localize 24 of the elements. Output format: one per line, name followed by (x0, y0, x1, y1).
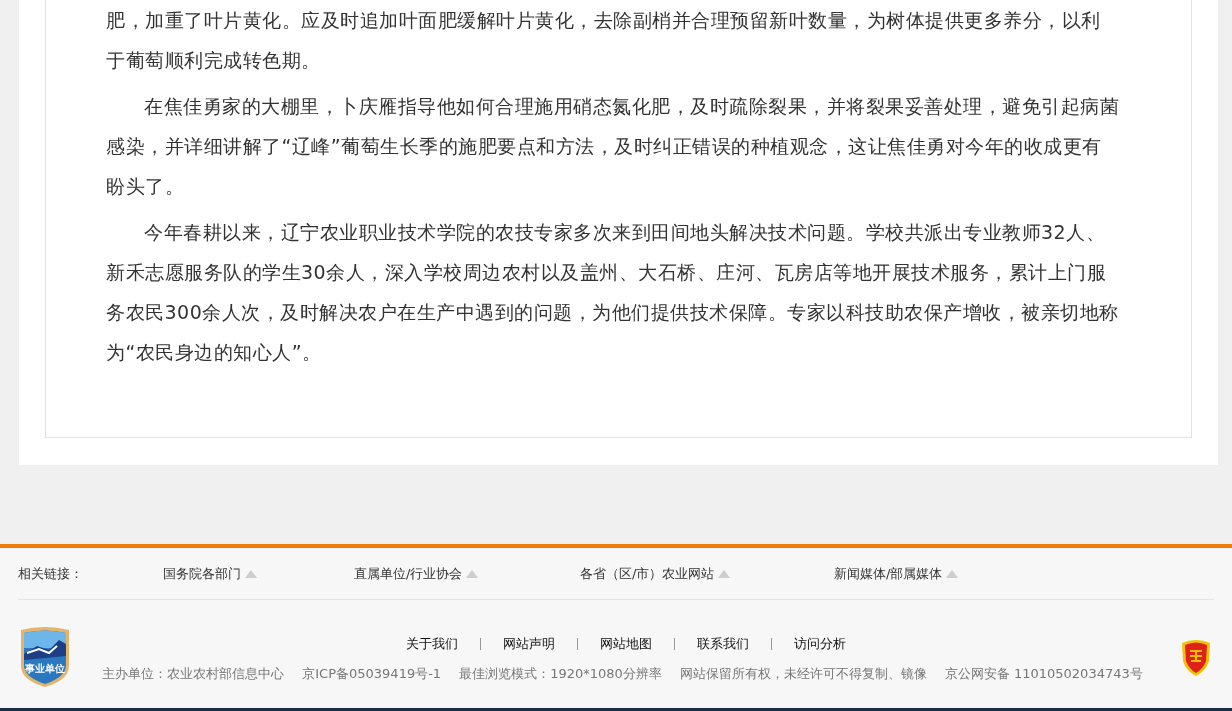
article-paragraph: 在焦佳勇家的大棚里，卜庆雁指导他如何合理施用硝态氮化肥，及时疏除裂果，并将裂果妥善处理，避免引起病菌感染，并详细讲解了“辽峰”葡萄生长季的施肥要点和方法，及时纠正错误的种植观念，这让焦佳勇对今年的收成更有盼头了。 (106, 94, 1119, 199)
caret-up-icon[interactable] (718, 569, 731, 578)
caret-up-icon[interactable] (245, 569, 257, 578)
related-link-dropdown[interactable]: 各省（区/市）农业网站 (580, 564, 715, 583)
police-badge-icon (1180, 637, 1212, 677)
related-link-dropdown[interactable]: 直属单位/行业协会 (354, 564, 463, 583)
caret-up-icon[interactable] (946, 569, 959, 578)
article-paragraph: 今年春耕以来，辽宁农业职业技术学院的农技专家多次来到田间地头解决技术问题。学校共派出专业教师32人、新禾志愿服务队的学生30余人，深入学校周边农村以及盖州、大石桥、庄河、瓦房店等地开展技术服务，累计上门服务农民300余人次，及时解决农户在生产中遇到的问题，为他们提供技术保障。专家以科技助农保产增收，被亲切地称为“农民身边的知心人”。 (106, 220, 1119, 365)
related-link-dropdown[interactable]: 国务院各部门 (163, 564, 241, 583)
shield-emblem-icon: 事业单位 (19, 626, 71, 688)
footer-info-text: 最佳浏览模式：1920*1080分辨率 (459, 665, 662, 683)
footer-nav-link[interactable]: 网站声明 (480, 635, 577, 653)
footer-nav-link[interactable]: 关于我们 (383, 635, 480, 653)
footer-info-text: 京公网安备 11010502034743号 (944, 665, 1143, 683)
article-paragraph: 肥，加重了叶片黄化。应及时追加叶面肥缓解叶片黄化，去除副梢并合理预留新叶数量，为树体提供更多养分，以利于葡萄顺利完成转色期。 (106, 8, 1102, 73)
caret-up-icon[interactable] (466, 569, 479, 578)
footer-info-text: 主办单位：农业农村部信息中心 (102, 665, 285, 683)
footer-nav-link[interactable]: 网站地图 (577, 635, 674, 653)
footer-nav-link[interactable]: 联系我们 (674, 635, 771, 653)
footer-info-text: 网站保留所有权，未经许可不得复制、镜像 (679, 665, 927, 683)
footer-info-text: 京ICP备05039419号-1 (302, 665, 442, 683)
related-link-dropdown[interactable]: 新闻媒体/部属媒体 (834, 564, 943, 583)
footer-nav-link[interactable]: 访问分析 (771, 635, 868, 653)
related-links-label: 相关链接： (18, 564, 84, 583)
